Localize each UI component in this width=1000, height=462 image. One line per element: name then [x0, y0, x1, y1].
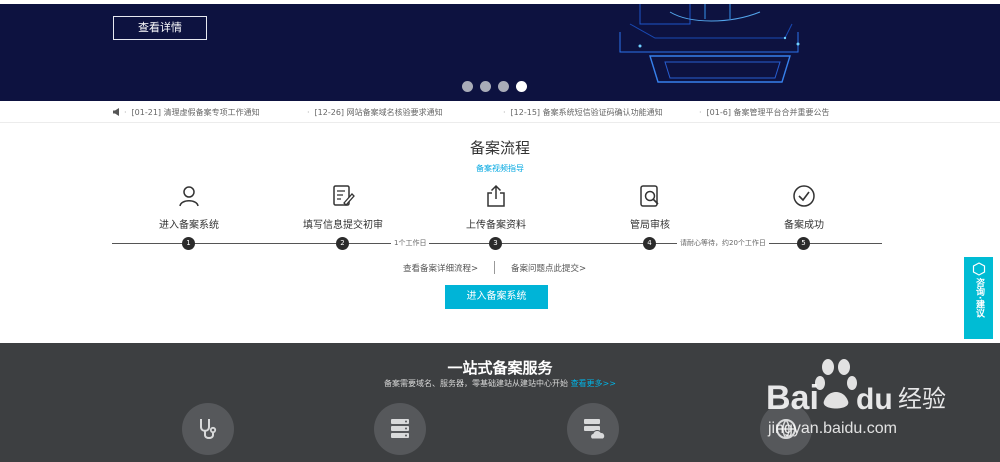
- step-fill-info: 填写信息提交初审: [288, 184, 398, 231]
- notice-text: [12-15] 备案系统短信验证码确认功能通知: [510, 108, 663, 117]
- service-server[interactable]: [374, 403, 426, 455]
- carousel-dots: [462, 81, 527, 93]
- notice-text: [12-26] 网站备案域名核验要求通知: [314, 108, 443, 117]
- baidu-jingyan-watermark: Bai du 经验: [766, 359, 946, 417]
- upload-icon: [487, 184, 505, 207]
- step-enter-system: 进入备案系统: [134, 184, 244, 231]
- notice-item-4[interactable]: · [01-6] 备案管理平台合并重要公告: [699, 107, 830, 118]
- notice-text: [01-6] 备案管理平台合并重要公告: [706, 108, 830, 117]
- step-label: 备案成功: [784, 220, 824, 231]
- carousel-dot-4[interactable]: [516, 81, 527, 92]
- check-circle-icon: [793, 185, 815, 207]
- notice-text: [01-21] 清理虚假备案专项工作通知: [131, 108, 260, 117]
- svg-text:Bai: Bai: [766, 379, 819, 417]
- chat-hexagon-icon: [972, 262, 985, 276]
- process-title: 备案流程: [469, 139, 530, 157]
- step-number-1: 1: [182, 237, 195, 250]
- view-more-link[interactable]: 查看更多>>: [571, 379, 616, 388]
- notice-item-2[interactable]: · [12-26] 网站备案域名核验要求通知: [307, 107, 443, 118]
- review-search-icon: [640, 185, 659, 207]
- notice-item-1[interactable]: · [01-21] 清理虚假备案专项工作通知: [124, 107, 260, 118]
- step-label: 填写信息提交初审: [303, 220, 383, 231]
- step-label: 进入备案系统: [159, 220, 219, 231]
- watermark-url: jingyan.baidu.com: [768, 420, 897, 437]
- notice-bar: · [01-21] 清理虚假备案专项工作通知 · [12-26] 网站备案域名核验要…: [0, 101, 1000, 123]
- services-subtitle-text: 备案需要域名、服务器，零基础建站从建站中心开始: [384, 379, 569, 388]
- step-number-2: 2: [336, 237, 349, 250]
- server-icon: [391, 419, 409, 438]
- user-icon: [179, 186, 199, 207]
- svg-text:du: du: [856, 383, 893, 416]
- notice-item-3[interactable]: · [12-15] 备案系统短信验证码确认功能通知: [503, 107, 663, 118]
- step-number-5: 5: [797, 237, 810, 250]
- step-number-4: 4: [643, 237, 656, 250]
- carousel-dot-3[interactable]: [498, 81, 509, 92]
- hero-banner: 查看详情: [0, 4, 1000, 101]
- consult-tab-label: 咨询·建议: [974, 278, 984, 318]
- link-divider: [494, 261, 495, 274]
- stethoscope-icon: [200, 419, 217, 439]
- timeline-note-1: 1个工作日: [391, 238, 430, 249]
- page: 查看详情 · [01-21] 清理虚假备案专项工作通知 · [12-26] 网站…: [0, 0, 1000, 462]
- cloud-server-icon: [584, 419, 606, 440]
- step-success: 备案成功: [749, 184, 859, 231]
- step-label: 管局审核: [630, 220, 670, 231]
- step-upload: 上传备案资料: [441, 184, 551, 231]
- timeline-note-2: 请耐心等待，约20个工作日: [677, 238, 769, 249]
- service-cloud-server[interactable]: [567, 403, 619, 455]
- step-number-3: 3: [489, 237, 502, 250]
- view-details-button[interactable]: 查看详情: [113, 16, 207, 40]
- carousel-dot-2[interactable]: [480, 81, 491, 92]
- carousel-dot-1[interactable]: [462, 81, 473, 92]
- service-domain[interactable]: [182, 403, 234, 455]
- enter-system-button[interactable]: 进入备案系统: [445, 285, 548, 309]
- submit-question-link[interactable]: 备案问题点此提交>: [511, 262, 586, 274]
- step-review: 管局审核: [595, 184, 705, 231]
- banner-device-illustration: [619, 4, 800, 83]
- process-detail-link[interactable]: 查看备案详细流程>: [403, 262, 478, 274]
- form-edit-icon: [333, 185, 355, 206]
- megaphone-icon: [113, 108, 119, 116]
- video-guide-link[interactable]: 备案视频指导: [0, 163, 1000, 174]
- consult-suggest-tab[interactable]: 咨询·建议: [964, 257, 993, 339]
- svg-text:经验: 经验: [898, 385, 946, 413]
- step-label: 上传备案资料: [466, 220, 526, 231]
